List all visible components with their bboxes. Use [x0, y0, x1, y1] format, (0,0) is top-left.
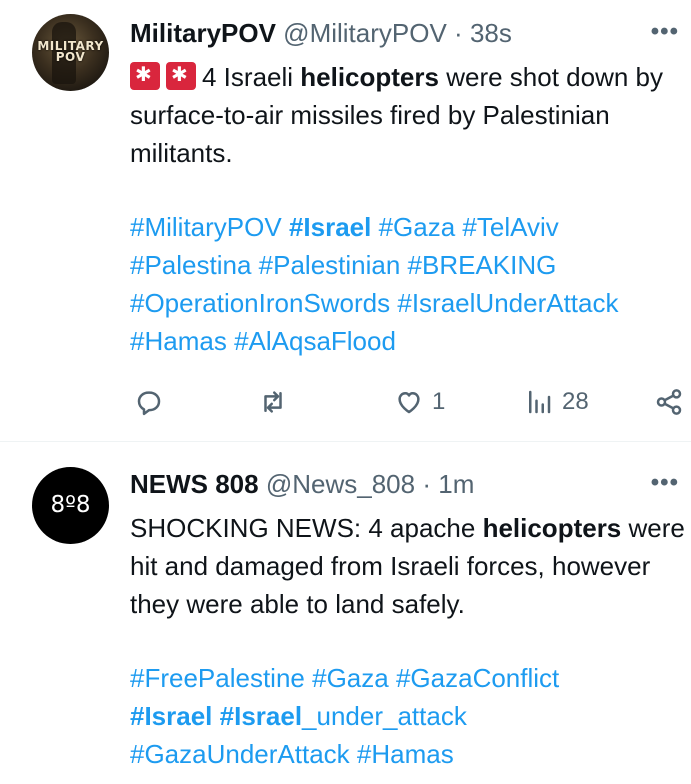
hashtag-link[interactable]: #Gaza — [312, 663, 389, 693]
analytics-icon — [529, 390, 551, 414]
tweet-header: MilitaryPOV @MilitaryPOV · 38s — [130, 16, 512, 50]
hashtag-link[interactable]: #GazaConflict — [396, 663, 559, 693]
hashtag-link[interactable]: #MilitaryPOV — [130, 212, 282, 242]
view-count: 28 — [562, 388, 589, 415]
separator: · — [454, 18, 463, 48]
display-name[interactable]: NEWS 808 — [130, 469, 259, 499]
avatar-logo-text: MILITARY POV — [37, 39, 104, 64]
timestamp[interactable]: 1m — [438, 469, 474, 499]
siren-emoji — [130, 62, 160, 90]
share-button[interactable] — [654, 382, 684, 422]
tweet-text: 4 Israeli helicopters were shot down by … — [130, 58, 685, 172]
hashtag-link[interactable]: #Israel — [289, 212, 371, 242]
retweet-button[interactable] — [258, 382, 288, 422]
hashtag-line: #MilitaryPOV #Israel #Gaza #TelAviv — [130, 208, 690, 246]
hashtag-link[interactable]: #Israel_under_attack — [220, 701, 467, 731]
heart-icon — [398, 392, 420, 414]
hashtag-link[interactable]: #GazaUnderAttack — [130, 739, 350, 769]
hashtag-link[interactable]: #Hamas — [130, 326, 227, 356]
hashtag-link[interactable]: #AlAqsaFlood — [234, 326, 396, 356]
tweet-text: SHOCKING NEWS: 4 apache helicopters were… — [130, 513, 685, 619]
views-button[interactable]: 28 — [524, 382, 589, 422]
more-options-button[interactable]: ••• — [651, 469, 679, 497]
handle[interactable]: @News_808 — [266, 469, 415, 499]
hashtag-line: #Palestina #Palestinian #BREAKING — [130, 246, 690, 284]
display-name[interactable]: MilitaryPOV — [130, 18, 276, 48]
reply-button[interactable] — [134, 382, 164, 422]
tweet[interactable]: 8º8 NEWS 808 @News_808 · 1m ••• SHOCKING… — [0, 443, 691, 784]
tweet[interactable]: MILITARY POV MilitaryPOV @MilitaryPOV · 3… — [0, 0, 691, 442]
share-icon — [656, 389, 682, 415]
tweet-header: NEWS 808 @News_808 · 1m — [130, 467, 474, 501]
retweet-icon — [264, 391, 282, 413]
avatar-logo-text: 8º8 — [50, 492, 91, 518]
hashtag-link[interactable]: #OperationIronSwords — [130, 288, 390, 318]
timestamp[interactable]: 38s — [470, 18, 512, 48]
hashtag-link[interactable]: #Gaza — [379, 212, 456, 242]
hashtag-line: #GazaUnderAttack #Hamas — [130, 735, 690, 773]
hashtag-line: #FreePalestine #Gaza #GazaConflict — [130, 659, 690, 697]
hashtag-line: #OperationIronSwords #IsraelUnderAttack — [130, 284, 690, 322]
more-options-button[interactable]: ••• — [651, 18, 679, 46]
action-bar: 1 28 — [130, 382, 690, 422]
avatar[interactable]: MILITARY POV — [32, 14, 109, 91]
like-count: 1 — [432, 388, 446, 415]
hashtag-link[interactable]: #Palestina — [130, 250, 251, 280]
siren-emoji — [166, 62, 196, 90]
hashtag-line: #Israel #Israel_under_attack — [130, 697, 690, 735]
separator: · — [422, 469, 431, 499]
hashtags: #MilitaryPOV #Israel #Gaza #TelAviv #Pale… — [130, 208, 690, 360]
avatar[interactable]: 8º8 — [32, 467, 109, 544]
hashtag-link[interactable]: #BREAKING — [408, 250, 557, 280]
handle[interactable]: @MilitaryPOV — [283, 18, 447, 48]
hashtag-link[interactable]: #IsraelUnderAttack — [397, 288, 618, 318]
hashtag-link[interactable]: #Hamas — [357, 739, 454, 769]
hashtag-link[interactable]: #FreePalestine — [130, 663, 305, 693]
like-button[interactable]: 1 — [394, 382, 445, 422]
hashtag-line: #Hamas #AlAqsaFlood — [130, 322, 690, 360]
hashtag-link[interactable]: #Israel — [130, 701, 212, 731]
reply-icon — [137, 391, 161, 416]
hashtags: #FreePalestine #Gaza #GazaConflict #Israe… — [130, 659, 690, 773]
hashtag-link[interactable]: #TelAviv — [462, 212, 558, 242]
hashtag-link[interactable]: #Palestinian — [259, 250, 401, 280]
